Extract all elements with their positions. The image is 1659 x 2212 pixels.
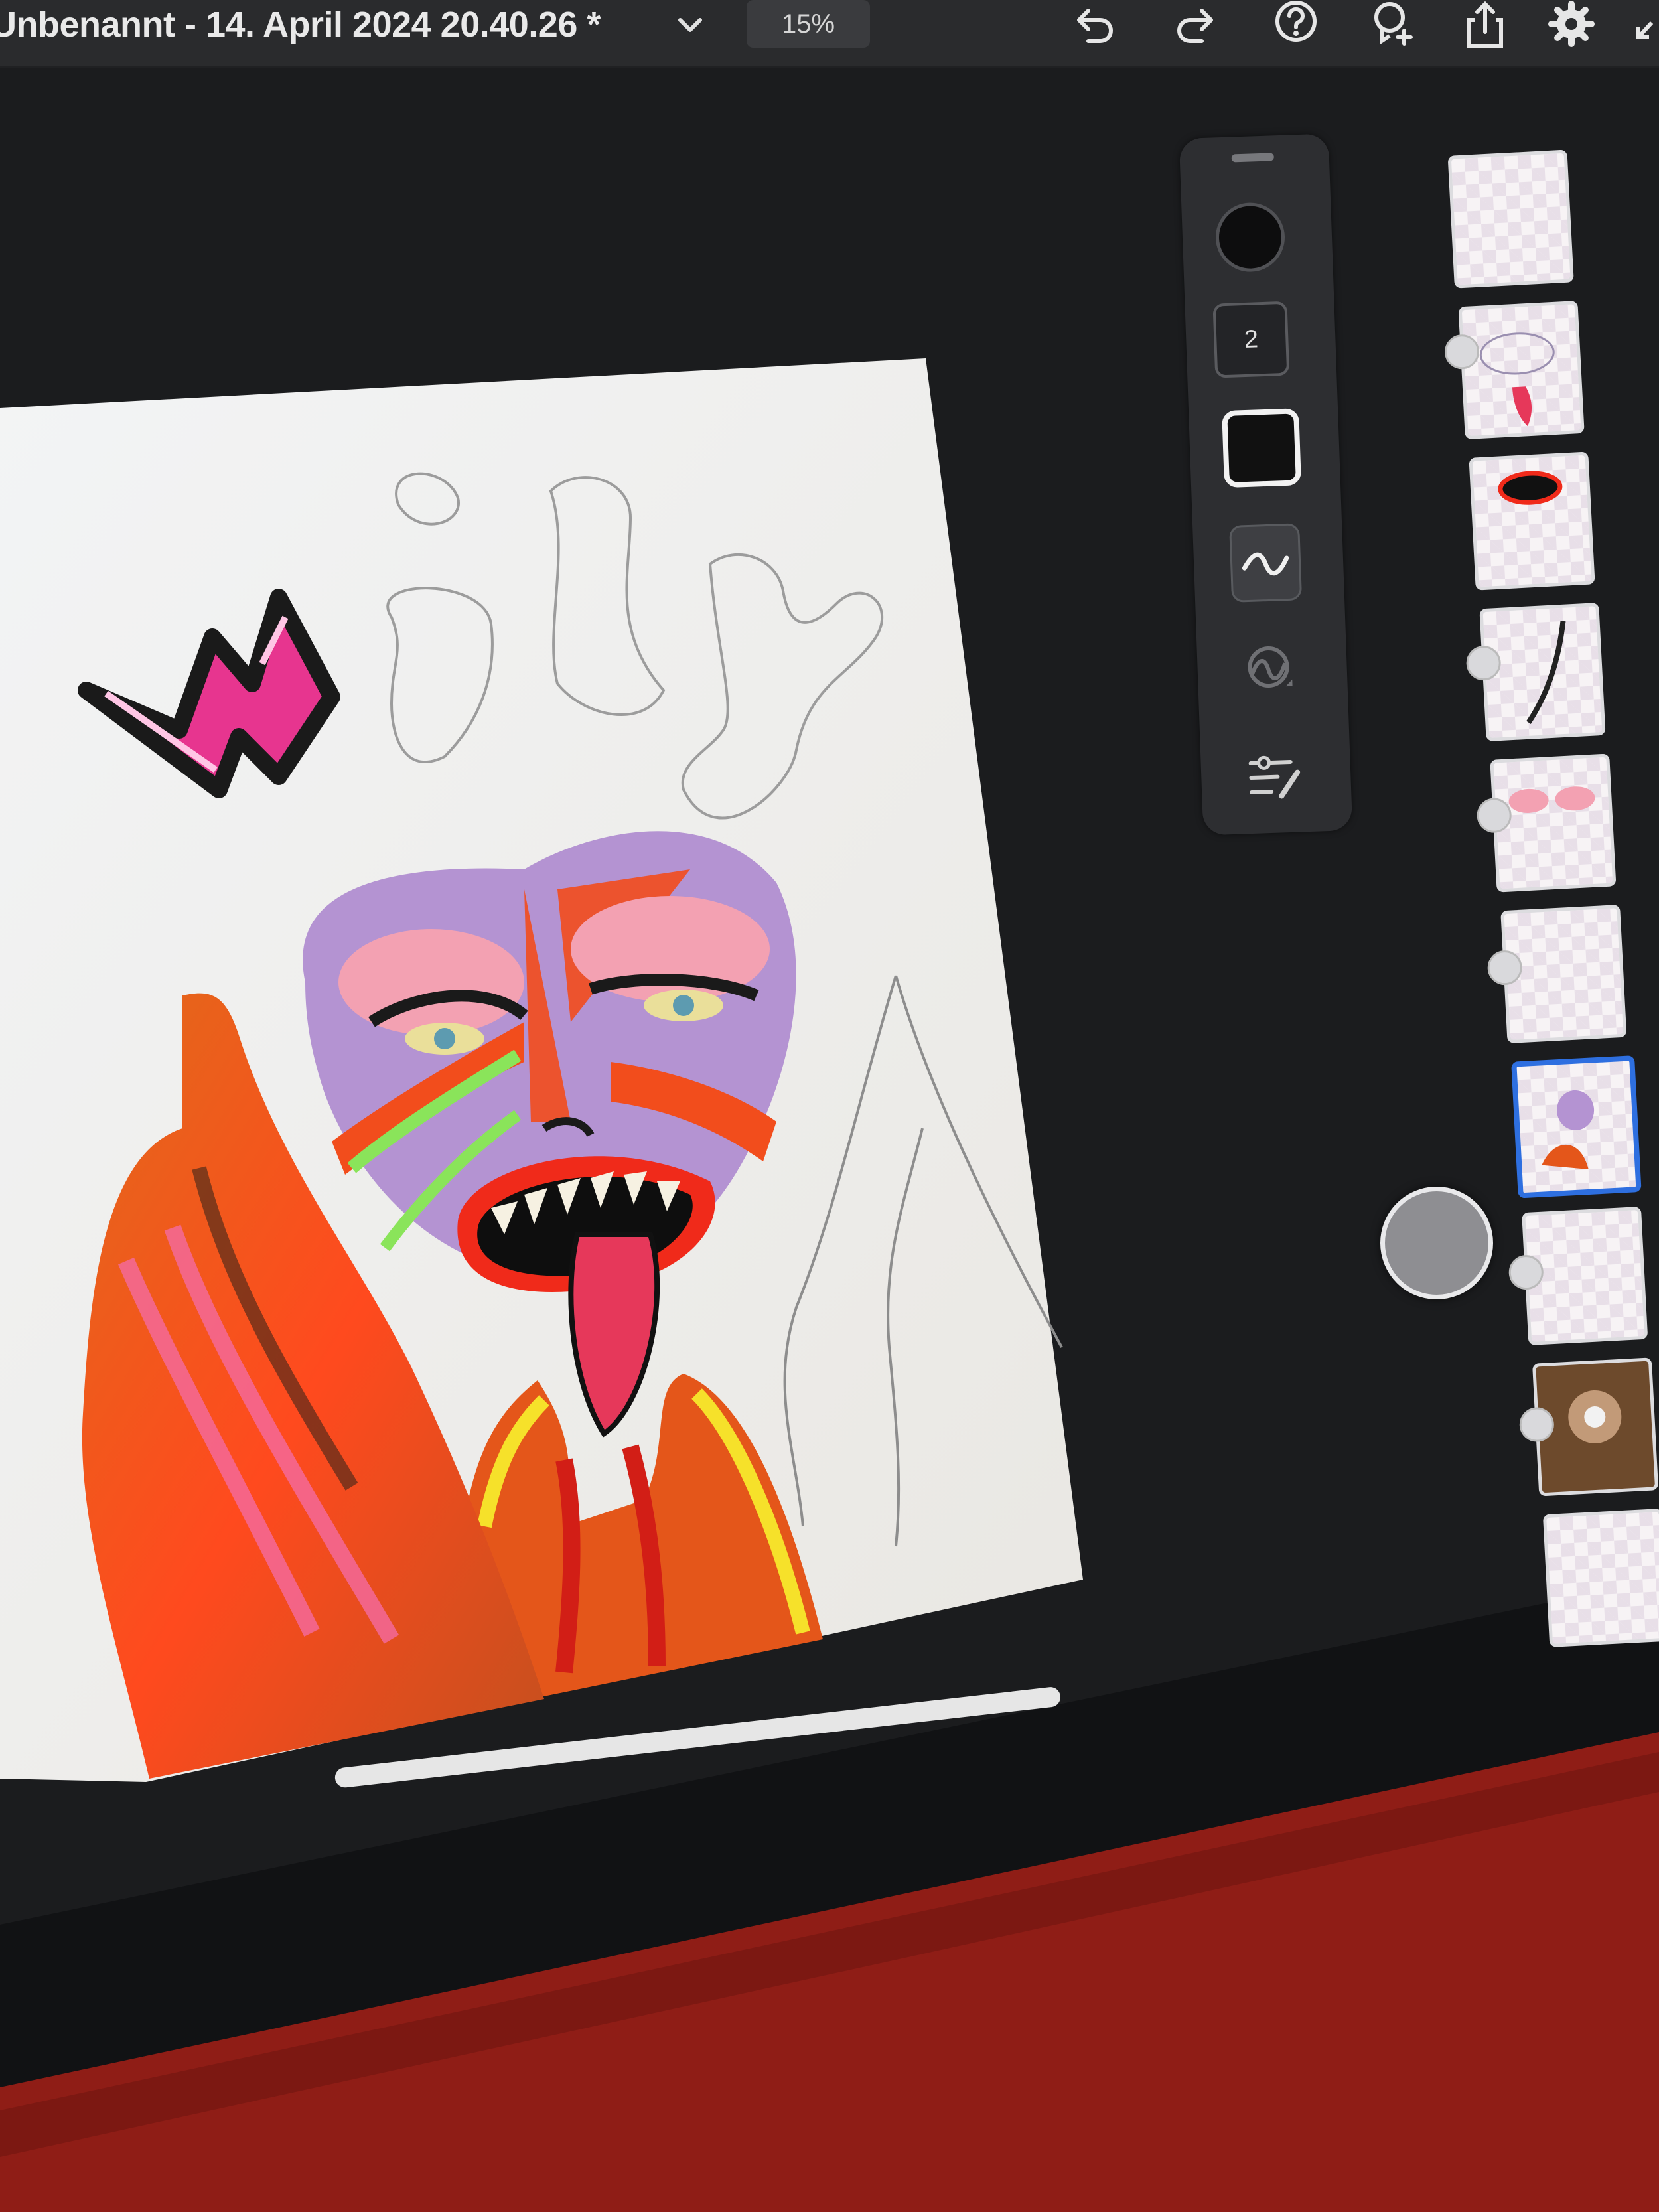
layer-thumbnail-art xyxy=(1479,332,1555,427)
layer-thumbnail[interactable] xyxy=(1542,1508,1659,1647)
brush-settings-icon[interactable] xyxy=(1244,745,1305,807)
layer-thumbnail-selected[interactable] xyxy=(1511,1055,1642,1199)
layer-thumbnail-art xyxy=(1526,621,1566,724)
toolbar-drag-handle[interactable] xyxy=(1231,153,1274,163)
smoothing-icon xyxy=(1242,552,1289,576)
layer-thumbnail[interactable] xyxy=(1447,149,1574,289)
drawing-canvas[interactable] xyxy=(0,0,1659,2212)
blend-mode-icon[interactable] xyxy=(1238,636,1299,698)
brush-toolbar: 2 xyxy=(1179,133,1353,836)
layer-thumbnail-art xyxy=(1542,1090,1595,1169)
eyedropper-touch-button[interactable] xyxy=(1380,1187,1493,1299)
layer-thumbnail[interactable] xyxy=(1469,451,1595,591)
layer-thumbnail-art xyxy=(1498,471,1563,505)
color-swatch[interactable] xyxy=(1222,408,1302,488)
app-screen: Unbenannt - 14. April 2024 20.40.26 * 15… xyxy=(0,0,1659,2212)
brush-size-button[interactable] xyxy=(1199,186,1309,296)
layer-thumbnail-art xyxy=(1508,786,1595,813)
smoothing-button[interactable] xyxy=(1229,523,1303,603)
brush-opacity-value[interactable]: 2 xyxy=(1212,301,1290,378)
layer-thumbnail[interactable] xyxy=(1458,301,1585,440)
